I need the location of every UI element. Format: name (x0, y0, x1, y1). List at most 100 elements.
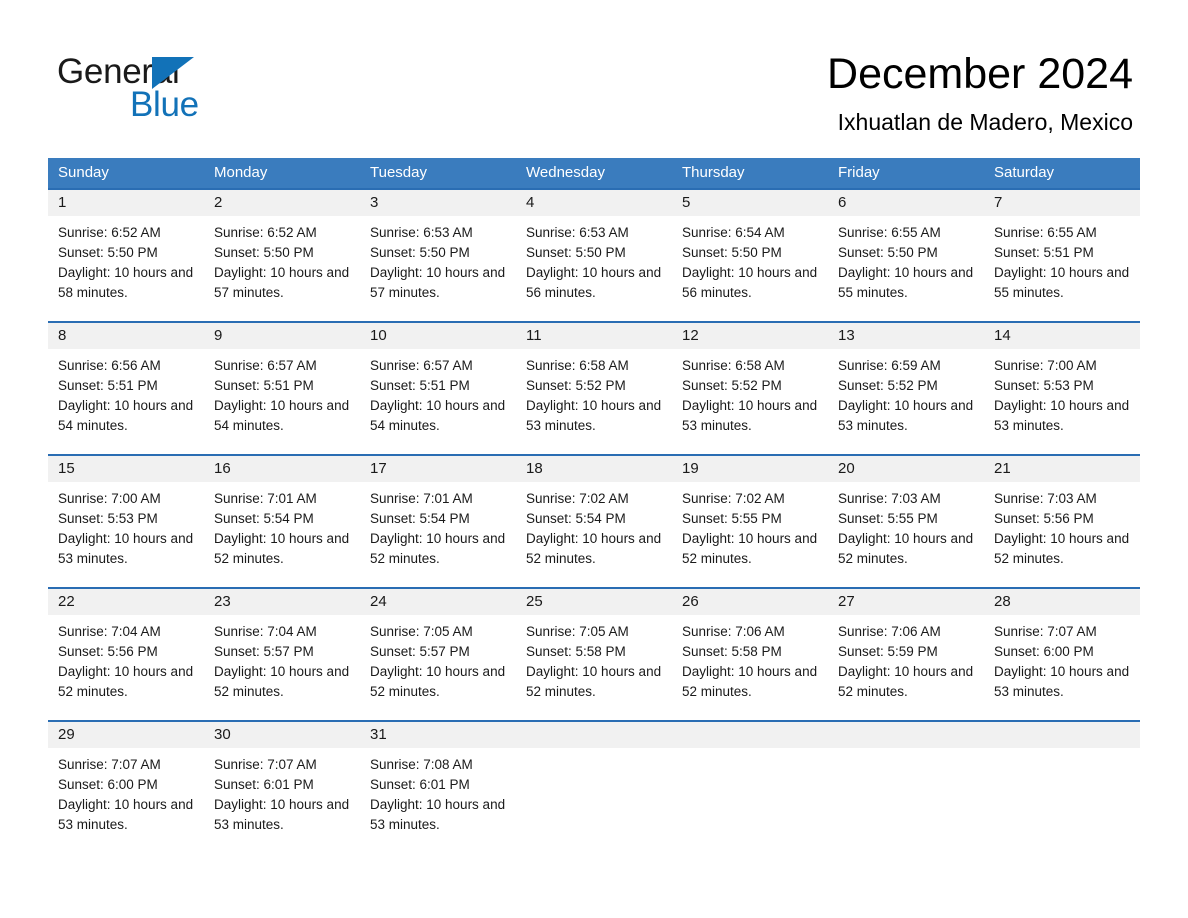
sunrise-text: Sunrise: 7:01 AM (370, 491, 473, 506)
day-number-band: 16 (204, 456, 360, 482)
sunset-text: Sunset: 5:54 PM (214, 511, 314, 526)
daylight-text: Daylight: 10 hours and 53 minutes. (370, 797, 506, 832)
sunrise-text: Sunrise: 7:00 AM (994, 358, 1097, 373)
daylight-text: Daylight: 10 hours and 53 minutes. (682, 398, 818, 433)
day-details: Sunrise: 6:55 AM Sunset: 5:50 PM Daylight:… (828, 216, 984, 303)
general-blue-logo[interactable]: General Blue (57, 52, 297, 126)
day-cell[interactable]: 12 Sunrise: 6:58 AM Sunset: 5:52 PM Dayligh… (672, 323, 828, 454)
day-number: 9 (214, 327, 223, 344)
weekday-tuesday: Tuesday (370, 164, 427, 181)
sunrise-text: Sunrise: 6:54 AM (682, 225, 785, 240)
day-number-band: 29 (48, 722, 204, 748)
calendar-page: General Blue December 2024 Ixhuatlan de … (0, 0, 1188, 918)
day-details: Sunrise: 6:57 AM Sunset: 5:51 PM Daylight:… (360, 349, 516, 436)
day-number-band: 12 (672, 323, 828, 349)
day-number-band: 10 (360, 323, 516, 349)
sunrise-text: Sunrise: 7:03 AM (994, 491, 1097, 506)
sunrise-text: Sunrise: 6:59 AM (838, 358, 941, 373)
sunrise-text: Sunrise: 6:58 AM (526, 358, 629, 373)
daylight-text: Daylight: 10 hours and 52 minutes. (58, 664, 194, 699)
day-cell[interactable]: 27 Sunrise: 7:06 AM Sunset: 5:59 PM Dayligh… (828, 589, 984, 720)
day-cell[interactable]: 13 Sunrise: 6:59 AM Sunset: 5:52 PM Dayligh… (828, 323, 984, 454)
day-details: Sunrise: 6:52 AM Sunset: 5:50 PM Daylight:… (48, 216, 204, 303)
day-number-band: 30 (204, 722, 360, 748)
sunset-text: Sunset: 5:51 PM (58, 378, 158, 393)
day-cell-empty (984, 722, 1140, 853)
day-cell[interactable]: 19 Sunrise: 7:02 AM Sunset: 5:55 PM Dayligh… (672, 456, 828, 587)
sunset-text: Sunset: 5:55 PM (682, 511, 782, 526)
sunset-text: Sunset: 5:52 PM (838, 378, 938, 393)
day-number: 24 (370, 593, 387, 610)
day-cell[interactable]: 5 Sunrise: 6:54 AM Sunset: 5:50 PM Daylight… (672, 190, 828, 321)
day-cell-empty (516, 722, 672, 853)
day-cell-empty (672, 722, 828, 853)
day-number-band: 11 (516, 323, 672, 349)
sunset-text: Sunset: 5:58 PM (682, 644, 782, 659)
calendar-week-row: 8 Sunrise: 6:56 AM Sunset: 5:51 PM Daylight… (48, 321, 1140, 454)
day-cell[interactable]: 11 Sunrise: 6:58 AM Sunset: 5:52 PM Dayligh… (516, 323, 672, 454)
day-cell[interactable]: 8 Sunrise: 6:56 AM Sunset: 5:51 PM Daylight… (48, 323, 204, 454)
day-cell[interactable]: 9 Sunrise: 6:57 AM Sunset: 5:51 PM Daylight… (204, 323, 360, 454)
day-details: Sunrise: 7:08 AM Sunset: 6:01 PM Daylight:… (360, 748, 516, 835)
day-cell[interactable]: 22 Sunrise: 7:04 AM Sunset: 5:56 PM Dayligh… (48, 589, 204, 720)
day-details: Sunrise: 7:04 AM Sunset: 5:57 PM Daylight:… (204, 615, 360, 702)
day-cell[interactable]: 4 Sunrise: 6:53 AM Sunset: 5:50 PM Daylight… (516, 190, 672, 321)
day-cell[interactable]: 25 Sunrise: 7:05 AM Sunset: 5:58 PM Dayligh… (516, 589, 672, 720)
sunrise-text: Sunrise: 7:06 AM (838, 624, 941, 639)
day-number-band (828, 722, 984, 748)
day-cell[interactable]: 21 Sunrise: 7:03 AM Sunset: 5:56 PM Dayligh… (984, 456, 1140, 587)
day-number: 16 (214, 460, 231, 477)
day-number-band: 17 (360, 456, 516, 482)
page-header: General Blue December 2024 Ixhuatlan de … (0, 0, 1188, 155)
day-details: Sunrise: 7:02 AM Sunset: 5:54 PM Daylight:… (516, 482, 672, 569)
day-number: 26 (682, 593, 699, 610)
sunrise-text: Sunrise: 6:57 AM (370, 358, 473, 373)
day-cell[interactable]: 14 Sunrise: 7:00 AM Sunset: 5:53 PM Dayligh… (984, 323, 1140, 454)
day-cell[interactable]: 18 Sunrise: 7:02 AM Sunset: 5:54 PM Dayligh… (516, 456, 672, 587)
day-cell[interactable]: 6 Sunrise: 6:55 AM Sunset: 5:50 PM Daylight… (828, 190, 984, 321)
day-number-band: 19 (672, 456, 828, 482)
sunset-text: Sunset: 5:56 PM (58, 644, 158, 659)
sunrise-text: Sunrise: 7:00 AM (58, 491, 161, 506)
sunset-text: Sunset: 6:01 PM (370, 777, 470, 792)
day-details: Sunrise: 6:59 AM Sunset: 5:52 PM Daylight:… (828, 349, 984, 436)
sunrise-text: Sunrise: 7:07 AM (214, 757, 317, 772)
daylight-text: Daylight: 10 hours and 52 minutes. (214, 664, 350, 699)
daylight-text: Daylight: 10 hours and 52 minutes. (214, 531, 350, 566)
day-cell[interactable]: 17 Sunrise: 7:01 AM Sunset: 5:54 PM Dayligh… (360, 456, 516, 587)
sunrise-text: Sunrise: 7:04 AM (214, 624, 317, 639)
sunrise-text: Sunrise: 7:02 AM (682, 491, 785, 506)
calendar-weeks: 1 Sunrise: 6:52 AM Sunset: 5:50 PM Daylight… (48, 188, 1140, 853)
sunrise-text: Sunrise: 6:55 AM (838, 225, 941, 240)
day-number: 7 (994, 194, 1003, 211)
day-number-band: 9 (204, 323, 360, 349)
day-cell[interactable]: 2 Sunrise: 6:52 AM Sunset: 5:50 PM Daylight… (204, 190, 360, 321)
day-cell[interactable]: 26 Sunrise: 7:06 AM Sunset: 5:58 PM Dayligh… (672, 589, 828, 720)
day-cell[interactable]: 1 Sunrise: 6:52 AM Sunset: 5:50 PM Daylight… (48, 190, 204, 321)
day-cell[interactable]: 15 Sunrise: 7:00 AM Sunset: 5:53 PM Dayligh… (48, 456, 204, 587)
sunrise-text: Sunrise: 7:08 AM (370, 757, 473, 772)
day-details: Sunrise: 6:54 AM Sunset: 5:50 PM Daylight:… (672, 216, 828, 303)
weekday-sunday: Sunday (58, 164, 109, 181)
day-details (984, 748, 1140, 755)
day-cell[interactable]: 24 Sunrise: 7:05 AM Sunset: 5:57 PM Dayligh… (360, 589, 516, 720)
day-cell[interactable]: 30 Sunrise: 7:07 AM Sunset: 6:01 PM Dayligh… (204, 722, 360, 853)
day-cell[interactable]: 7 Sunrise: 6:55 AM Sunset: 5:51 PM Daylight… (984, 190, 1140, 321)
day-cell[interactable]: 3 Sunrise: 6:53 AM Sunset: 5:50 PM Daylight… (360, 190, 516, 321)
day-cell[interactable]: 29 Sunrise: 7:07 AM Sunset: 6:00 PM Dayligh… (48, 722, 204, 853)
sunset-text: Sunset: 5:53 PM (58, 511, 158, 526)
sunrise-text: Sunrise: 6:56 AM (58, 358, 161, 373)
sunrise-text: Sunrise: 7:07 AM (994, 624, 1097, 639)
daylight-text: Daylight: 10 hours and 52 minutes. (370, 531, 506, 566)
day-cell[interactable]: 16 Sunrise: 7:01 AM Sunset: 5:54 PM Dayligh… (204, 456, 360, 587)
day-cell[interactable]: 23 Sunrise: 7:04 AM Sunset: 5:57 PM Dayligh… (204, 589, 360, 720)
day-cell[interactable]: 31 Sunrise: 7:08 AM Sunset: 6:01 PM Dayligh… (360, 722, 516, 853)
day-details: Sunrise: 7:05 AM Sunset: 5:57 PM Daylight:… (360, 615, 516, 702)
day-cell[interactable]: 20 Sunrise: 7:03 AM Sunset: 5:55 PM Dayligh… (828, 456, 984, 587)
day-number: 27 (838, 593, 855, 610)
day-number: 18 (526, 460, 543, 477)
day-cell[interactable]: 10 Sunrise: 6:57 AM Sunset: 5:51 PM Dayligh… (360, 323, 516, 454)
sunrise-text: Sunrise: 7:07 AM (58, 757, 161, 772)
day-cell[interactable]: 28 Sunrise: 7:07 AM Sunset: 6:00 PM Dayligh… (984, 589, 1140, 720)
day-number-band: 26 (672, 589, 828, 615)
